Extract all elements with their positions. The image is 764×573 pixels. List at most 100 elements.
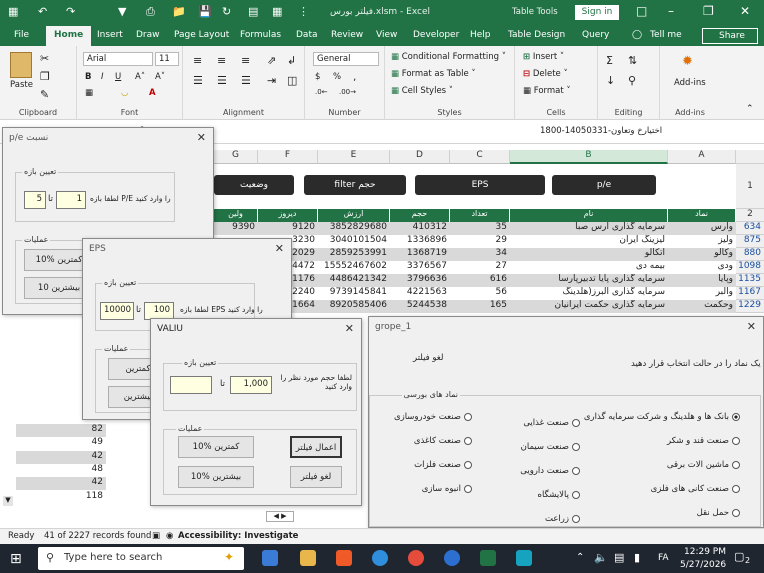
radio-circle-icon[interactable] bbox=[464, 460, 472, 469]
underline-icon[interactable]: U bbox=[115, 72, 121, 82]
align-center-icon[interactable]: ☰ bbox=[217, 74, 227, 87]
radio-circle-icon[interactable] bbox=[464, 412, 472, 421]
align-middle-icon[interactable]: ≡ bbox=[217, 54, 226, 67]
table-cell-a[interactable]: وحکمت bbox=[668, 300, 736, 313]
cut-icon[interactable]: ✂ bbox=[40, 52, 49, 65]
tab-home[interactable]: Home bbox=[46, 26, 92, 46]
table-cell-a[interactable]: وکالو bbox=[668, 248, 736, 261]
chrome-browser-icon[interactable] bbox=[408, 550, 424, 566]
volume-filter-button[interactable]: filter حجم bbox=[304, 175, 406, 195]
table-cell-c[interactable]: 29 bbox=[450, 235, 510, 248]
increase-decimal-icon[interactable]: .0← bbox=[315, 88, 328, 96]
valiu-from-input[interactable]: 1,000 bbox=[230, 376, 272, 394]
fill-color-icon[interactable]: ◡ bbox=[121, 88, 128, 98]
radio-circle-icon[interactable] bbox=[732, 436, 740, 445]
font-size-combo[interactable]: 11 bbox=[155, 52, 179, 66]
row-number-cell[interactable]: 1135 bbox=[736, 274, 764, 287]
autosum-icon[interactable]: Σ bbox=[606, 54, 613, 67]
table-cell-a[interactable]: ودی bbox=[668, 261, 736, 274]
tab-query[interactable]: Query bbox=[582, 30, 609, 40]
number-format-combo[interactable]: General bbox=[313, 52, 379, 66]
decrease-decimal-icon[interactable]: .00→ bbox=[339, 88, 356, 96]
save-icon[interactable]: 💾 bbox=[198, 5, 212, 18]
stock-group-radio[interactable]: صنعت کاغذی bbox=[414, 436, 472, 446]
addins-icon[interactable]: ✹ bbox=[682, 54, 693, 69]
orientation-icon[interactable]: ⇗ bbox=[267, 54, 276, 67]
pe-filter-button[interactable]: p/e bbox=[552, 175, 656, 195]
row-header-2[interactable]: 2 bbox=[736, 209, 764, 222]
valiu-highest-button[interactable]: 10% بیشترین bbox=[178, 466, 254, 488]
radio-circle-icon[interactable] bbox=[572, 490, 580, 499]
clock-time[interactable]: 12:29 PM bbox=[684, 547, 726, 557]
stock-group-radio[interactable]: صنعت غذایی bbox=[523, 418, 580, 428]
close-icon[interactable]: ✕ bbox=[740, 4, 750, 18]
table-cell-b[interactable]: سرمایه گذاری پایا تدبیرپارسا bbox=[510, 274, 668, 287]
share-button[interactable]: Share bbox=[702, 28, 758, 44]
table-cell-c[interactable]: 616 bbox=[450, 274, 510, 287]
windows-start-icon[interactable]: ⊞ bbox=[10, 551, 22, 567]
cell-styles-button[interactable]: ▦ Cell Styles ˅ bbox=[391, 86, 453, 96]
tray-chevron-icon[interactable]: ⌃ bbox=[576, 552, 584, 563]
header-first[interactable]: ولین bbox=[214, 209, 258, 222]
table-cell-e[interactable]: 3040101504 bbox=[318, 235, 390, 248]
pe-to-input[interactable]: 5 bbox=[24, 191, 46, 209]
header-volume[interactable]: حجم bbox=[390, 209, 450, 222]
radio-circle-icon[interactable] bbox=[572, 418, 580, 427]
table-cell-f[interactable]: 9120 bbox=[258, 222, 318, 235]
currency-icon[interactable]: $ bbox=[315, 72, 320, 82]
radio-circle-icon[interactable] bbox=[732, 484, 740, 493]
word-app-icon[interactable] bbox=[516, 550, 532, 566]
status-accessibility[interactable]: Accessibility: Investigate bbox=[178, 531, 298, 541]
notification-icon[interactable]: ▢ bbox=[734, 550, 744, 563]
left-column-cell[interactable]: 42 bbox=[16, 451, 106, 464]
stock-group-radio[interactable]: پالایشگاه bbox=[538, 490, 580, 500]
row-number-cell[interactable]: 1229 bbox=[736, 300, 764, 313]
left-column-cell[interactable]: 82 bbox=[16, 424, 106, 437]
sort-filter-icon[interactable]: ⇅ bbox=[628, 54, 637, 67]
tab-file[interactable]: File bbox=[14, 30, 29, 40]
eps-to-input[interactable]: 10000 bbox=[100, 302, 134, 320]
table-cell-g[interactable]: 9390 bbox=[214, 222, 258, 235]
battery-icon[interactable]: ▮ bbox=[634, 551, 640, 564]
col-header-f[interactable]: F bbox=[258, 150, 318, 164]
stock-group-radio[interactable]: صنعت خودروسازی bbox=[394, 412, 472, 422]
accessibility-icon[interactable]: ◉ bbox=[166, 531, 173, 541]
align-left-icon[interactable]: ☰ bbox=[193, 74, 203, 87]
tab-draw[interactable]: Draw bbox=[136, 30, 160, 40]
formula-input[interactable]: 1800-14050331-اختیارخ وتعاون bbox=[540, 126, 662, 136]
macro-record-icon[interactable]: ▣ bbox=[152, 531, 160, 541]
header-yesterday[interactable]: دیروز bbox=[258, 209, 318, 222]
folder-icon[interactable]: 📁 bbox=[172, 5, 186, 18]
font-name-combo[interactable]: Arial bbox=[83, 52, 153, 66]
col-header-c[interactable]: C bbox=[450, 150, 510, 164]
left-column-cell[interactable]: 48 bbox=[16, 464, 106, 477]
valiu-to-input[interactable] bbox=[170, 376, 212, 394]
col-header-b[interactable]: B bbox=[510, 150, 668, 164]
format-as-table-button[interactable]: ▦ Format as Table ˅ bbox=[391, 69, 476, 79]
refresh-icon[interactable]: ↻ bbox=[222, 5, 231, 18]
delete-cells-button[interactable]: ⊟ Delete ˅ bbox=[523, 69, 568, 79]
paste-button[interactable]: Paste bbox=[10, 80, 33, 90]
grope-cancel-label[interactable]: لغو فیلتر bbox=[413, 353, 443, 363]
radio-circle-icon[interactable] bbox=[464, 484, 472, 493]
stock-group-radio[interactable]: صنعت کانی های فلزی bbox=[651, 484, 740, 494]
left-column-cell[interactable]: 42 bbox=[16, 477, 106, 490]
network-icon[interactable]: ▤ bbox=[614, 551, 624, 564]
format-painter-icon[interactable]: ✎ bbox=[40, 88, 49, 101]
font-grow-icon[interactable]: A˄ bbox=[135, 72, 145, 82]
addins-button[interactable]: Add-ins bbox=[674, 78, 706, 88]
conditional-formatting-button[interactable]: ▦ Conditional Formatting ˅ bbox=[391, 52, 506, 62]
comma-icon[interactable]: ‚ bbox=[353, 72, 356, 83]
font-color-icon[interactable]: A bbox=[149, 88, 156, 98]
table-cell-e[interactable]: 9739145841 bbox=[318, 287, 390, 300]
table-cell-b[interactable]: اتکالو bbox=[510, 248, 668, 261]
insert-cells-button[interactable]: ⊞ Insert ˅ bbox=[523, 52, 564, 62]
table-cell-b[interactable]: لیزینگ ایران bbox=[510, 235, 668, 248]
autosave-icon[interactable]: ▦ bbox=[8, 5, 18, 18]
brave-browser-icon[interactable] bbox=[336, 550, 352, 566]
row-header-1[interactable]: 1 bbox=[736, 164, 764, 209]
table-cell-d[interactable]: 1368719 bbox=[390, 248, 450, 261]
table-cell-d[interactable]: 5244538 bbox=[390, 300, 450, 313]
edge-browser-icon[interactable] bbox=[372, 550, 388, 566]
status-filter-button[interactable]: وضعیت bbox=[214, 175, 294, 195]
